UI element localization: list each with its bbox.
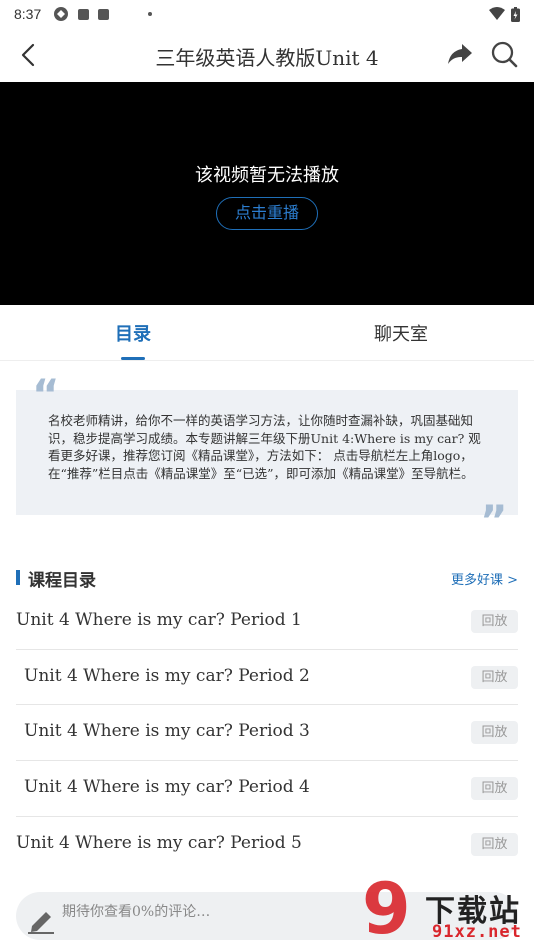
title-bar: 三年级英语人教版Unit 4 — [0, 28, 534, 82]
quote-close-icon: ” — [480, 496, 508, 545]
video-error-message: 该视频暂无法播放 — [195, 165, 339, 186]
app-notification-icon — [54, 7, 69, 21]
status-bar: 8:37 — [0, 0, 534, 28]
battery-icon — [511, 6, 520, 22]
lesson-item[interactable]: Unit 4 Where is my car? Period 5 回放 — [16, 817, 518, 873]
intro-text: 名校老师精讲，给你不一样的英语学习方法，让你随时查漏补缺，巩固基础知识，稳步提高… — [48, 413, 481, 481]
lesson-title: Unit 4 Where is my car? Period 1 — [16, 610, 302, 630]
replay-button[interactable]: 点击重播 — [216, 197, 318, 230]
lesson-list: Unit 4 Where is my car? Period 1 回放 Unit… — [16, 594, 518, 872]
page-title: 三年级英语人教版Unit 4 — [155, 46, 379, 70]
lesson-item[interactable]: Unit 4 Where is my car? Period 1 回放 — [16, 594, 518, 650]
search-icon[interactable] — [490, 40, 518, 68]
lesson-item[interactable]: Unit 4 Where is my car? Period 3 回放 — [16, 705, 518, 762]
comment-placeholder: 期待你查看0%的评论… — [62, 904, 211, 920]
lesson-item[interactable]: Unit 4 Where is my car? Period 2 回放 — [16, 650, 518, 706]
lesson-title: Unit 4 Where is my car? Period 3 — [24, 721, 310, 742]
lesson-title: Unit 4 Where is my car? Period 4 — [24, 777, 310, 798]
tab-catalog[interactable]: 目录 — [115, 320, 151, 346]
wifi-icon — [489, 7, 505, 20]
tab-bar: 目录 聊天室 — [0, 305, 534, 361]
watermark-url: 91xz.net — [432, 922, 522, 942]
replay-badge[interactable]: 回放 — [471, 610, 518, 633]
site-watermark-logo: 9 下载站 91xz.net — [360, 874, 534, 950]
back-arrow-icon[interactable] — [16, 41, 44, 69]
tab-chat-room[interactable]: 聊天室 — [374, 320, 428, 346]
section-marker — [16, 570, 20, 585]
more-notifications-icon — [148, 12, 153, 16]
pen-icon — [28, 912, 54, 934]
replay-badge[interactable]: 回放 — [471, 721, 518, 745]
replay-badge[interactable]: 回放 — [471, 832, 518, 856]
replay-badge[interactable]: 回放 — [471, 777, 518, 801]
active-tab-indicator — [121, 357, 145, 360]
quote-open-icon: “ — [32, 370, 60, 419]
square-notification-icon — [78, 8, 90, 20]
more-courses-link[interactable]: 更多好课 > — [451, 569, 518, 588]
lesson-title: Unit 4 Where is my car? Period 2 — [24, 665, 310, 686]
status-time: 8:37 — [14, 6, 42, 22]
square-notification-icon-2 — [98, 8, 110, 20]
notification-icons — [53, 6, 153, 22]
catalog-title: 课程目录 — [28, 571, 96, 591]
catalog-header: 课程目录 更多好课 > — [16, 566, 518, 591]
status-right — [489, 6, 520, 22]
lesson-item[interactable]: Unit 4 Where is my car? Period 4 回放 — [16, 761, 518, 817]
watermark-nine: 9 — [362, 868, 411, 950]
video-player[interactable]: 该视频暂无法播放 点击重播 — [0, 82, 534, 305]
share-icon[interactable] — [446, 40, 474, 68]
lesson-title: Unit 4 Where is my car? Period 5 — [16, 832, 302, 853]
replay-badge[interactable]: 回放 — [471, 665, 518, 689]
